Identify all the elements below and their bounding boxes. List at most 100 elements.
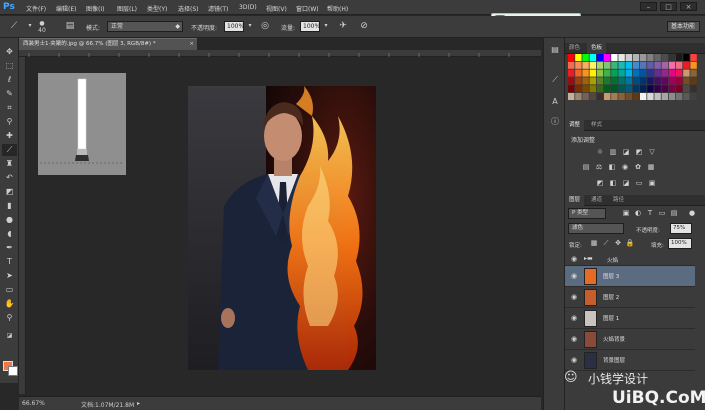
channel-mixer-icon[interactable]: ✿ <box>633 163 643 172</box>
history-panel-icon[interactable]: ▤ <box>548 44 562 56</box>
swatch-cell[interactable] <box>575 93 582 100</box>
swatch-cell[interactable] <box>582 61 589 69</box>
layer-opacity-input[interactable]: 75% <box>670 223 692 234</box>
swatch-cell[interactable] <box>647 54 654 61</box>
move-tool-icon[interactable]: ✥ <box>2 46 17 58</box>
swatch-cell[interactable] <box>683 93 690 100</box>
brush-tool-preset-icon[interactable]: ⟋ <box>8 20 20 32</box>
status-menu-icon[interactable]: ▸ <box>137 400 140 407</box>
eye-icon[interactable]: ◉ <box>569 335 579 343</box>
swatch-cell[interactable] <box>668 69 676 77</box>
close-tab-icon[interactable]: × <box>189 39 194 50</box>
exposure-icon[interactable]: ◩ <box>634 148 644 157</box>
close-button[interactable]: × <box>680 2 697 11</box>
swatch-cell[interactable] <box>596 54 604 61</box>
swatch-cell[interactable] <box>582 93 589 100</box>
swatch-cell[interactable] <box>654 61 661 69</box>
swatch-cell[interactable] <box>568 69 575 77</box>
swatch-cell[interactable] <box>668 61 676 69</box>
flow-dropdown-icon[interactable]: ▾ <box>320 20 332 32</box>
filter-pixel-icon[interactable]: ▣ <box>621 209 631 218</box>
eye-icon[interactable]: ◉ <box>569 356 579 364</box>
lock-transparent-icon[interactable]: ▦ <box>589 239 599 248</box>
layer-row-fire-group[interactable]: ◉ ▸▬ 火焰 <box>565 252 695 266</box>
mode-dropdown[interactable]: 正常 ◆ <box>107 21 183 32</box>
swatch-cell[interactable] <box>640 61 647 69</box>
swatch-cells[interactable] <box>568 54 702 104</box>
layer-row-layer2[interactable]: ◉ 图层 2 <box>565 287 695 308</box>
swatch-cell[interactable] <box>618 77 625 85</box>
swatch-cell[interactable] <box>640 85 647 93</box>
menu-help[interactable]: 帮助(H) <box>327 4 348 13</box>
brush-panel-toggle-icon[interactable]: ▤ <box>64 20 76 32</box>
swatch-cell[interactable] <box>661 69 668 77</box>
tab-channels[interactable]: 通道 <box>587 195 606 206</box>
swatch-cell[interactable] <box>618 69 625 77</box>
swatch-cell[interactable] <box>618 61 625 69</box>
swatch-cell[interactable] <box>582 54 589 61</box>
swatch-cell[interactable] <box>661 54 668 61</box>
swatch-cell[interactable] <box>632 69 640 77</box>
swatch-cell[interactable] <box>568 93 575 100</box>
swatch-cell[interactable] <box>618 93 625 100</box>
zoom-tool-icon[interactable]: ⚲ <box>2 312 17 324</box>
quick-select-tool-icon[interactable]: ✎ <box>2 88 17 100</box>
levels-icon[interactable]: ▥ <box>608 148 618 157</box>
swatch-cell[interactable] <box>582 69 589 77</box>
swatch-cell[interactable] <box>676 61 683 69</box>
character-panel-icon[interactable]: A <box>548 96 562 108</box>
swatch-cell[interactable] <box>640 93 647 100</box>
swatch-cell[interactable] <box>654 93 661 100</box>
history-brush-tool-icon[interactable]: ↶ <box>2 172 17 184</box>
pressure-size-icon[interactable]: ⊘ <box>358 20 370 32</box>
swatch-cell[interactable] <box>604 93 611 100</box>
marquee-tool-icon[interactable]: ⬚ <box>2 60 17 72</box>
filter-type-icon[interactable]: T <box>645 209 655 218</box>
swatch-cell[interactable] <box>640 77 647 85</box>
swatch-cell[interactable] <box>575 77 582 85</box>
layer-kind-filter[interactable]: P 类型 <box>568 208 606 219</box>
swatch-cell[interactable] <box>575 54 582 61</box>
opacity-dropdown-icon[interactable]: ▾ <box>244 20 256 32</box>
swatch-cell[interactable] <box>625 54 632 61</box>
gradient-map-icon[interactable]: ▭ <box>634 179 644 188</box>
swatch-cell[interactable] <box>683 54 690 61</box>
swatch-cell[interactable] <box>668 77 676 85</box>
gradient-tool-icon[interactable]: ▮ <box>2 200 17 212</box>
menu-window[interactable]: 窗口(W) <box>296 4 319 13</box>
tab-adjustments[interactable]: 调整 <box>565 120 585 131</box>
swatch-cell[interactable] <box>647 61 654 69</box>
zoom-level[interactable]: 66.67% <box>22 400 45 407</box>
swatch-cell[interactable] <box>647 93 654 100</box>
swatch-cell[interactable] <box>632 93 640 100</box>
eye-icon[interactable]: ◉ <box>569 272 579 280</box>
menu-select[interactable]: 选择(S) <box>178 4 199 13</box>
swatch-cell[interactable] <box>647 69 654 77</box>
swatch-cell[interactable] <box>690 69 697 77</box>
lock-paint-icon[interactable]: ⟋ <box>601 239 611 248</box>
swatch-cell[interactable] <box>575 61 582 69</box>
threshold-icon[interactable]: ◪ <box>621 179 631 188</box>
menu-type[interactable]: 类型(Y) <box>147 4 167 13</box>
lock-all-icon[interactable]: 🔒 <box>625 239 635 248</box>
swatch-cell[interactable] <box>611 77 618 85</box>
swatch-cell[interactable] <box>611 69 618 77</box>
swatch-cell[interactable] <box>632 85 640 93</box>
swatch-cell[interactable] <box>661 93 668 100</box>
menu-filter[interactable]: 滤镜(T) <box>208 4 228 13</box>
document-tab[interactable]: 西装男士1·夹聚的.jpg @ 66.7% (图层 3, RGB/8#) * × <box>19 38 197 50</box>
swatch-cell[interactable] <box>676 77 683 85</box>
swatch-cell[interactable] <box>654 77 661 85</box>
swatch-cell[interactable] <box>604 54 611 61</box>
swatch-cell[interactable] <box>632 54 640 61</box>
brightness-icon[interactable]: ☼ <box>595 148 605 157</box>
clone-stamp-tool-icon[interactable]: ♜ <box>2 158 17 170</box>
tab-layers[interactable]: 图层 <box>565 195 585 206</box>
filter-toggle-icon[interactable]: ● <box>687 209 697 218</box>
opacity-input[interactable]: 100% <box>224 21 244 32</box>
swatch-cell[interactable] <box>611 61 618 69</box>
swatch-cell[interactable] <box>647 85 654 93</box>
swatch-cell[interactable] <box>589 85 596 93</box>
swatch-cell[interactable] <box>604 69 611 77</box>
swatch-cell[interactable] <box>582 85 589 93</box>
